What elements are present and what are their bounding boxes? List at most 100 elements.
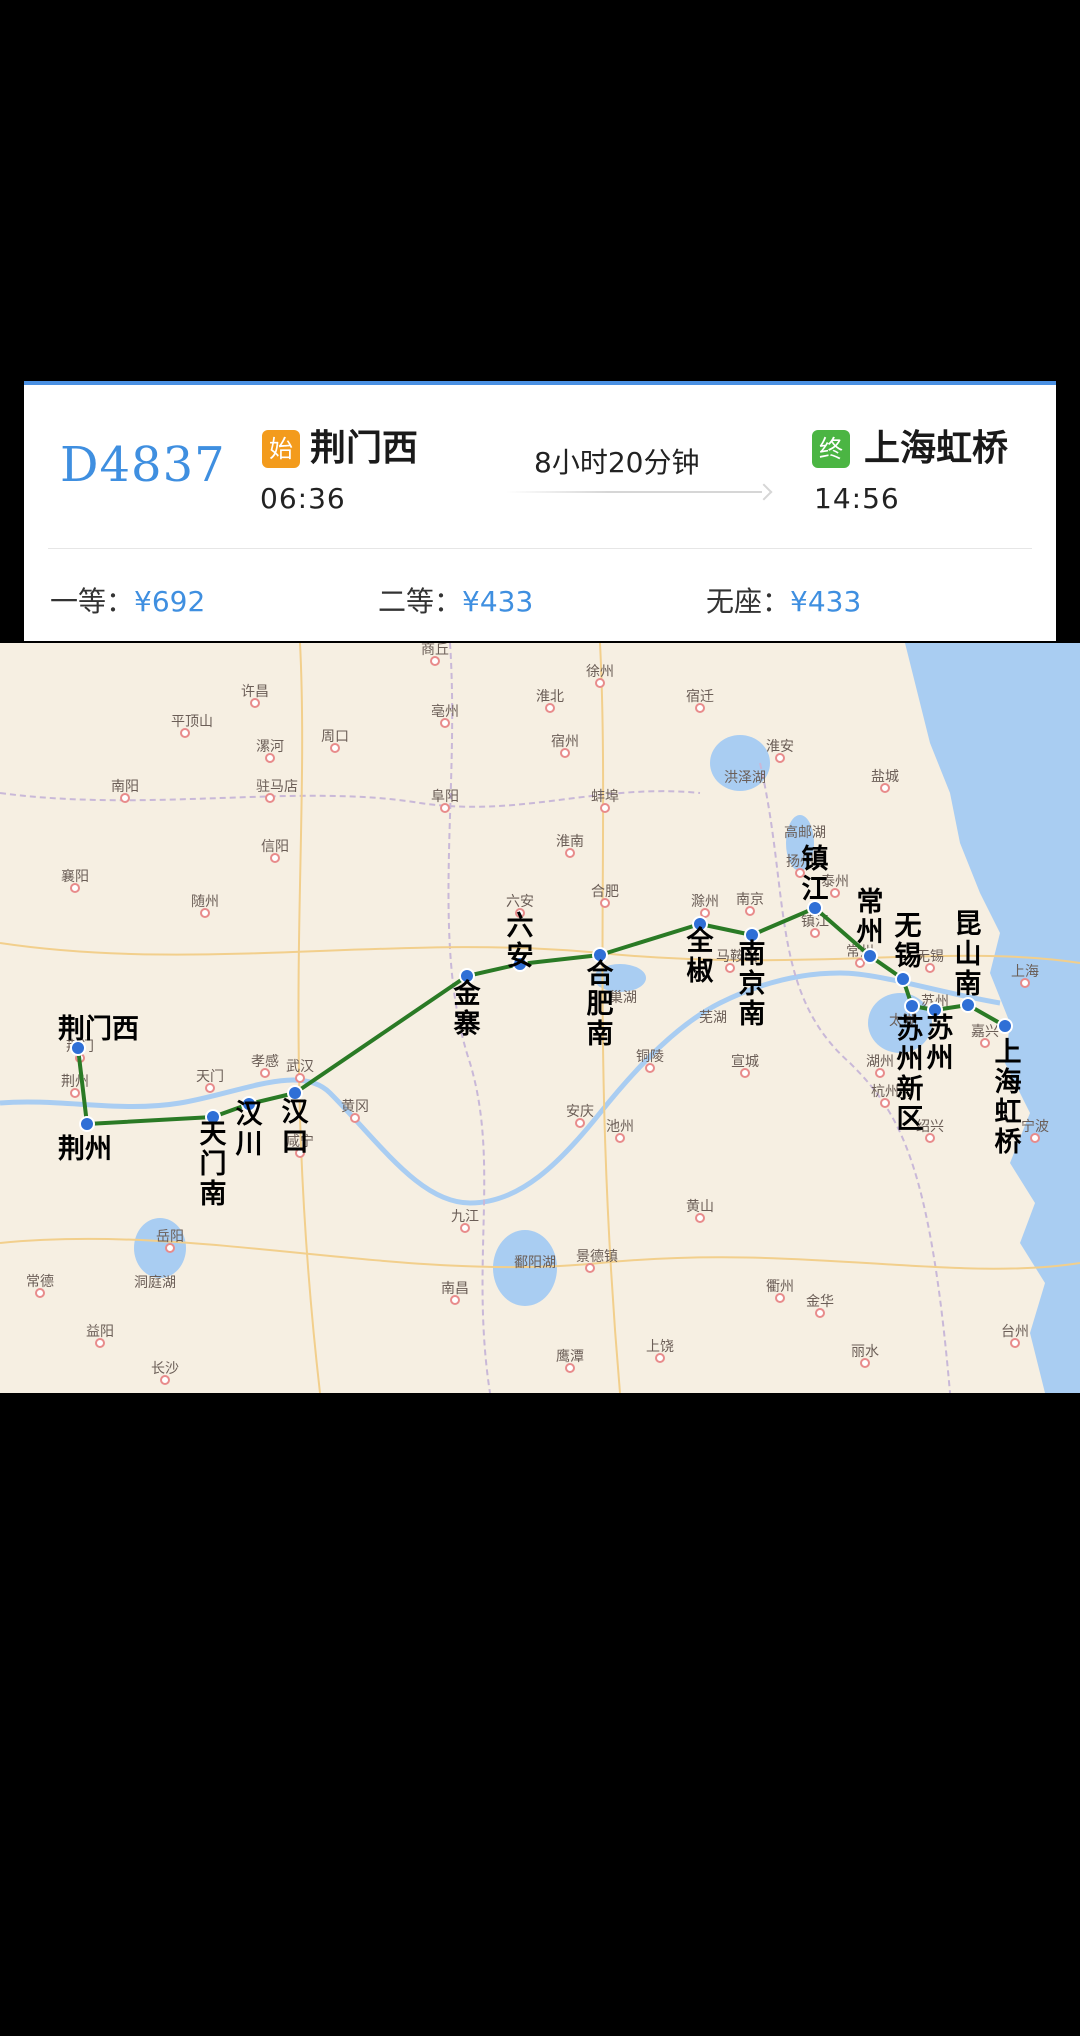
station-marker[interactable] (79, 1116, 95, 1132)
city-label: 许昌 (241, 684, 269, 700)
city-marker (725, 963, 735, 973)
city-marker (350, 1113, 360, 1123)
city-label: 高邮湖 (784, 824, 826, 841)
city-label: 六安 (506, 894, 534, 910)
city-marker (880, 1098, 890, 1108)
city-label: 衢州 (766, 1278, 794, 1295)
fare-no-seat[interactable]: 无座：¥433 (706, 580, 861, 620)
fare-second-class[interactable]: 二等：¥433 (378, 580, 533, 620)
start-badge: 始 (262, 430, 300, 468)
station-marker[interactable] (960, 997, 976, 1013)
city-marker (160, 1375, 170, 1385)
city-marker (700, 908, 710, 918)
station-marker[interactable] (862, 948, 878, 964)
station-label: 合肥南 (587, 958, 614, 1050)
city-marker (575, 1118, 585, 1128)
city-label: 金华 (806, 1294, 834, 1310)
city-marker (35, 1288, 45, 1298)
station-label: 常州 (857, 887, 884, 948)
city-marker (120, 793, 130, 803)
city-marker (830, 888, 840, 898)
train-ticket-card[interactable]: D4837 始 荆门西 06:36 8小时20分钟 终 上海虹桥 14:56 一… (24, 381, 1056, 641)
station-label: 六安 (507, 911, 534, 972)
city-label: 常德 (26, 1274, 54, 1290)
city-marker (615, 1133, 625, 1143)
city-marker (70, 883, 80, 893)
city-label: 鹰潭 (556, 1348, 584, 1365)
divider (48, 548, 1032, 549)
fare-class-label: 二等： (378, 585, 463, 618)
city-label: 丽水 (851, 1344, 879, 1360)
route-map[interactable]: 商丘 徐州 宿迁 淮北 亳州 宿州 淮安 洪泽湖 盐城 许昌 平顶山 漯河 周口 南阳 驻马店 阜阳 蚌埠 高邮湖… (0, 643, 1080, 1393)
station-label: 汉川 (236, 1099, 264, 1160)
city-label: 合肥 (591, 884, 619, 900)
city-label: 宁波 (1021, 1118, 1049, 1135)
city-label: 景德镇 (576, 1249, 618, 1265)
city-label: 天门 (196, 1069, 224, 1085)
city-label: 随州 (191, 894, 219, 910)
city-marker (600, 898, 610, 908)
city-label: 阜阳 (431, 788, 459, 805)
station-marker[interactable] (895, 971, 911, 987)
city-marker (260, 1068, 270, 1078)
city-marker (95, 1338, 105, 1348)
city-label: 宣城 (731, 1054, 759, 1070)
city-marker (450, 1295, 460, 1305)
city-label: 洞庭湖 (134, 1274, 176, 1291)
city-marker (70, 1088, 80, 1098)
city-label: 黄山 (686, 1198, 714, 1215)
city-label: 漯河 (256, 739, 284, 755)
city-label: 岳阳 (156, 1229, 184, 1245)
city-marker (560, 748, 570, 758)
station-label: 金寨 (453, 978, 482, 1040)
city-marker (860, 1358, 870, 1368)
city-marker (440, 718, 450, 728)
train-number: D4837 (60, 437, 226, 493)
travel-duration: 8小时20分钟 (534, 446, 700, 479)
city-label: 滁州 (691, 894, 719, 910)
city-marker (565, 848, 575, 858)
city-marker (250, 698, 260, 708)
city-marker (855, 958, 865, 968)
station-label: 无锡 (895, 911, 922, 972)
city-marker (1010, 1338, 1020, 1348)
station-marker[interactable] (904, 998, 920, 1014)
city-label: 武汉 (286, 1059, 314, 1075)
city-label: 铜陵 (636, 1049, 664, 1065)
city-label: 平顶山 (171, 714, 213, 730)
station-label: 全椒 (686, 925, 715, 987)
city-marker (595, 678, 605, 688)
city-marker (200, 908, 210, 918)
city-label: 徐州 (586, 664, 614, 680)
city-marker (925, 963, 935, 973)
city-marker (295, 1073, 305, 1083)
city-label: 九江 (451, 1209, 479, 1225)
duration-line (506, 491, 762, 493)
city-label: 宿州 (551, 733, 579, 750)
city-marker (330, 743, 340, 753)
city-label: 蚌埠 (591, 788, 619, 805)
city-marker (265, 753, 275, 763)
city-marker (585, 1263, 595, 1273)
city-marker (600, 803, 610, 813)
city-label: 芜湖 (699, 1009, 727, 1026)
fare-class-label: 一等： (50, 585, 135, 618)
city-label: 周口 (321, 729, 349, 745)
destination-station: 上海虹桥 (864, 428, 1009, 469)
station-marker[interactable] (997, 1018, 1013, 1034)
city-marker (810, 928, 820, 938)
city-marker (430, 656, 440, 666)
station-label: 苏州新区 (897, 1014, 924, 1135)
fare-first-class[interactable]: 一等：¥692 (50, 580, 205, 620)
station-label: 天门南 (200, 1119, 227, 1210)
station-label: 镇江 (802, 844, 829, 905)
city-marker (460, 1223, 470, 1233)
fare-price: ¥692 (134, 585, 206, 618)
city-label: 信阳 (261, 839, 289, 855)
city-marker (270, 853, 280, 863)
city-marker (695, 1213, 705, 1223)
arrow-right-icon (755, 483, 773, 501)
city-marker (165, 1243, 175, 1253)
city-marker (565, 1363, 575, 1373)
city-label: 盐城 (871, 769, 899, 785)
